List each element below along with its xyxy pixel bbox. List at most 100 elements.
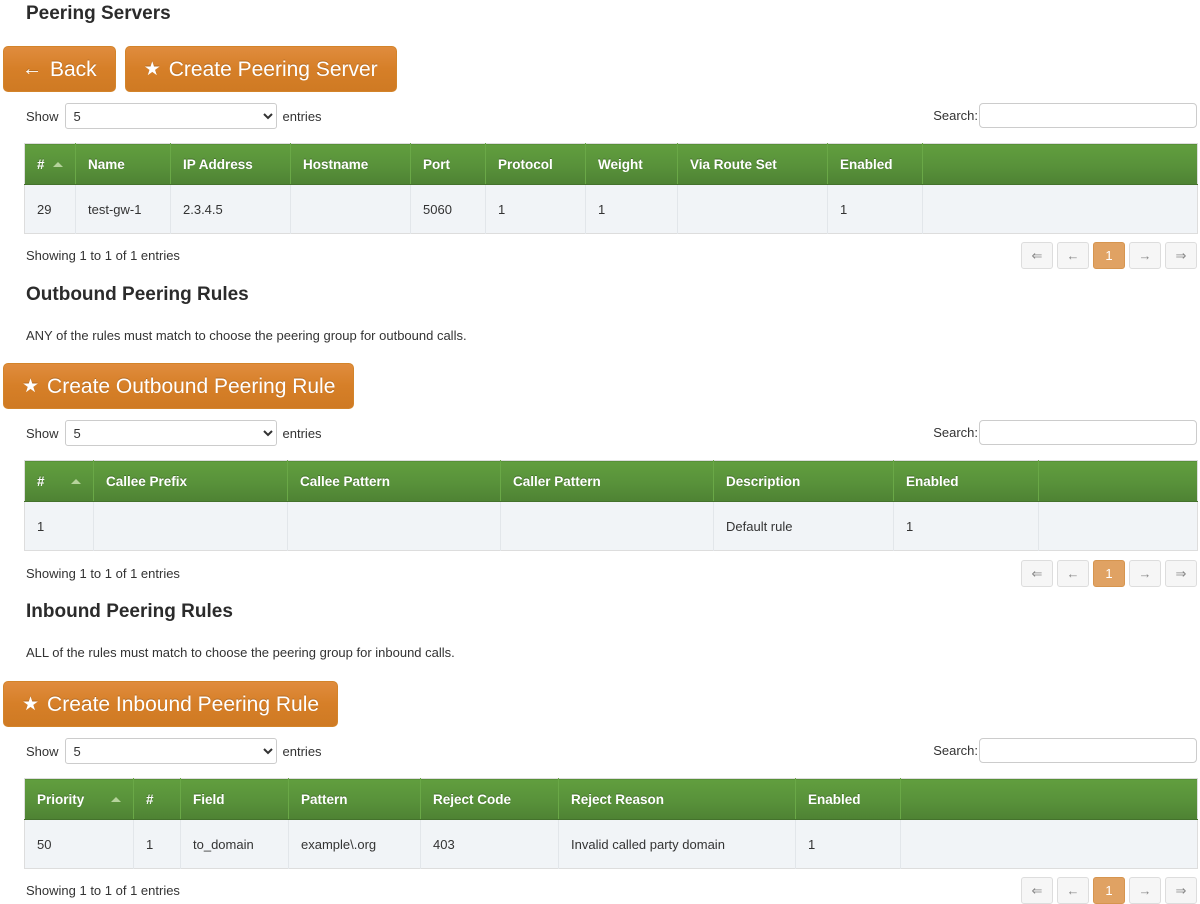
column-header-weight[interactable]: Weight <box>585 143 678 185</box>
pagination-page-button[interactable]: 1 <box>1093 242 1125 269</box>
pagination-next-button[interactable]: → <box>1129 242 1161 269</box>
table-cell: test-gw-1 <box>75 184 171 234</box>
table-cell <box>900 819 1198 869</box>
pagination-next-button[interactable]: → <box>1129 877 1161 904</box>
table-row[interactable]: 50 1 to_domain example\.org 403 Invalid calle… <box>24 819 1198 869</box>
column-header-name[interactable]: Name <box>75 143 171 185</box>
column-header-callee-prefix[interactable]: Callee Prefix <box>93 460 288 502</box>
servers-length-select[interactable]: 5102550100 <box>64 103 277 129</box>
inbound-table-controls: Show 5102550100 entries Search: <box>26 738 1197 770</box>
table-cell: 1 <box>24 501 94 551</box>
pagination-page-button[interactable]: 1 <box>1093 560 1125 587</box>
table-cell <box>922 184 1198 234</box>
outbound-search-input[interactable] <box>979 420 1197 445</box>
inbound-button-row: ★ Create Inbound Peering Rule <box>3 681 339 727</box>
table-cell: to_domain <box>180 819 289 869</box>
column-header-reject-reason[interactable]: Reject Reason <box>558 778 796 820</box>
column-header-label: Weight <box>598 156 643 172</box>
column-header-[interactable]: # <box>24 143 76 185</box>
column-header-hostname[interactable]: Hostname <box>290 143 411 185</box>
column-header-label: Name <box>88 156 125 172</box>
column-header-port[interactable]: Port <box>410 143 486 185</box>
servers-pagination: ⇐ ← 1 → ⇒ <box>1021 242 1197 269</box>
create-outbound-peering-rule-label: Create Outbound Peering Rule <box>47 374 336 398</box>
column-header-label: Enabled <box>808 791 861 807</box>
outbound-peering-rules-table: # Callee Prefix Callee Pattern Caller Patte… <box>24 460 1198 551</box>
inbound-length-control: Show 5102550100 entries <box>26 738 322 764</box>
create-peering-server-button[interactable]: ★ Create Peering Server <box>124 46 397 92</box>
pagination-last-button[interactable]: ⇒ <box>1165 877 1197 904</box>
sort-ascending-icon <box>111 797 121 802</box>
pagination-first-button[interactable]: ⇐ <box>1021 242 1053 269</box>
table-cell: Invalid called party domain <box>558 819 796 869</box>
servers-info: Showing 1 to 1 of 1 entries <box>26 248 180 263</box>
column-header-ip-address[interactable]: IP Address <box>170 143 291 185</box>
column-header-protocol[interactable]: Protocol <box>485 143 586 185</box>
column-header-actions[interactable] <box>1038 460 1198 502</box>
column-header-description[interactable]: Description <box>713 460 894 502</box>
inbound-search-label: Search: <box>933 743 978 758</box>
column-header-actions[interactable] <box>900 778 1198 820</box>
create-inbound-peering-rule-button[interactable]: ★ Create Inbound Peering Rule <box>3 681 339 727</box>
column-header-field[interactable]: Field <box>180 778 289 820</box>
outbound-search-label: Search: <box>933 425 978 440</box>
column-header-label: Field <box>193 791 225 807</box>
column-header-caller-pattern[interactable]: Caller Pattern <box>500 460 714 502</box>
table-cell: 1 <box>585 184 678 234</box>
peering-group-page: Peering Servers ← Back ★ Create Peering … <box>0 0 1200 904</box>
column-header-reject-code[interactable]: Reject Code <box>420 778 559 820</box>
inbound-search-input[interactable] <box>979 738 1197 763</box>
table-cell: 403 <box>420 819 559 869</box>
inbound-table-head: Priority # Field Pattern Reject Code Reject R… <box>24 778 1198 820</box>
pagination-first-button[interactable]: ⇐ <box>1021 560 1053 587</box>
column-header-label: Port <box>423 156 450 172</box>
inbound-section-description: ALL of the rules must match to choose th… <box>26 645 455 660</box>
column-header-enabled[interactable]: Enabled <box>893 460 1039 502</box>
table-cell: example\.org <box>288 819 421 869</box>
table-cell: 50 <box>24 819 134 869</box>
column-header-priority[interactable]: Priority <box>24 778 134 820</box>
servers-search-control: Search: <box>933 103 1197 128</box>
pagination-previous-button[interactable]: ← <box>1057 242 1089 269</box>
column-header-[interactable]: # <box>24 460 94 502</box>
servers-button-row: ← Back ★ Create Peering Server <box>3 46 397 92</box>
column-header-actions[interactable] <box>922 143 1198 185</box>
star-icon: ★ <box>22 375 40 397</box>
column-header-label: Enabled <box>906 473 959 489</box>
column-header-[interactable]: # <box>133 778 181 820</box>
table-header-row: # Name IP Address Hostname Port Protocol Weigh… <box>24 143 1198 185</box>
pagination-last-button[interactable]: ⇒ <box>1165 242 1197 269</box>
column-header-enabled[interactable]: Enabled <box>827 143 923 185</box>
column-header-label: Callee Prefix <box>106 473 188 489</box>
table-row[interactable]: 1 Default rule 1 <box>24 501 1198 551</box>
pagination-previous-button[interactable]: ← <box>1057 560 1089 587</box>
outbound-length-control: Show 5102550100 entries <box>26 420 322 446</box>
column-header-via-route-set[interactable]: Via Route Set <box>677 143 828 185</box>
pagination-page-button[interactable]: 1 <box>1093 877 1125 904</box>
pagination-first-button[interactable]: ⇐ <box>1021 877 1053 904</box>
column-header-callee-pattern[interactable]: Callee Pattern <box>287 460 501 502</box>
pagination-previous-button[interactable]: ← <box>1057 877 1089 904</box>
inbound-length-select[interactable]: 5102550100 <box>64 738 277 764</box>
outbound-table-body: 1 Default rule 1 <box>24 501 1198 551</box>
inbound-table-wrapper: Priority # Field Pattern Reject Code Reject R… <box>24 778 1198 869</box>
inbound-search-control: Search: <box>933 738 1197 763</box>
column-header-enabled[interactable]: Enabled <box>795 778 901 820</box>
create-outbound-peering-rule-button[interactable]: ★ Create Outbound Peering Rule <box>3 363 355 409</box>
column-header-pattern[interactable]: Pattern <box>288 778 421 820</box>
servers-search-input[interactable] <box>979 103 1197 128</box>
inbound-show-label: Show <box>26 743 59 759</box>
outbound-entries-label: entries <box>282 425 322 441</box>
pagination-last-button[interactable]: ⇒ <box>1165 560 1197 587</box>
pagination-next-button[interactable]: → <box>1129 560 1161 587</box>
inbound-section-title: Inbound Peering Rules <box>26 601 233 622</box>
table-header-row: Priority # Field Pattern Reject Code Reject R… <box>24 778 1198 820</box>
table-cell <box>93 501 288 551</box>
servers-table-controls: Show 5102550100 entries Search: <box>26 103 1197 135</box>
table-cell <box>677 184 828 234</box>
column-header-label: # <box>146 791 154 807</box>
servers-show-label: Show <box>26 108 59 124</box>
table-row[interactable]: 29 test-gw-1 2.3.4.5 5060 1 1 1 <box>24 184 1198 234</box>
back-button[interactable]: ← Back <box>3 46 116 92</box>
outbound-length-select[interactable]: 5102550100 <box>64 420 277 446</box>
